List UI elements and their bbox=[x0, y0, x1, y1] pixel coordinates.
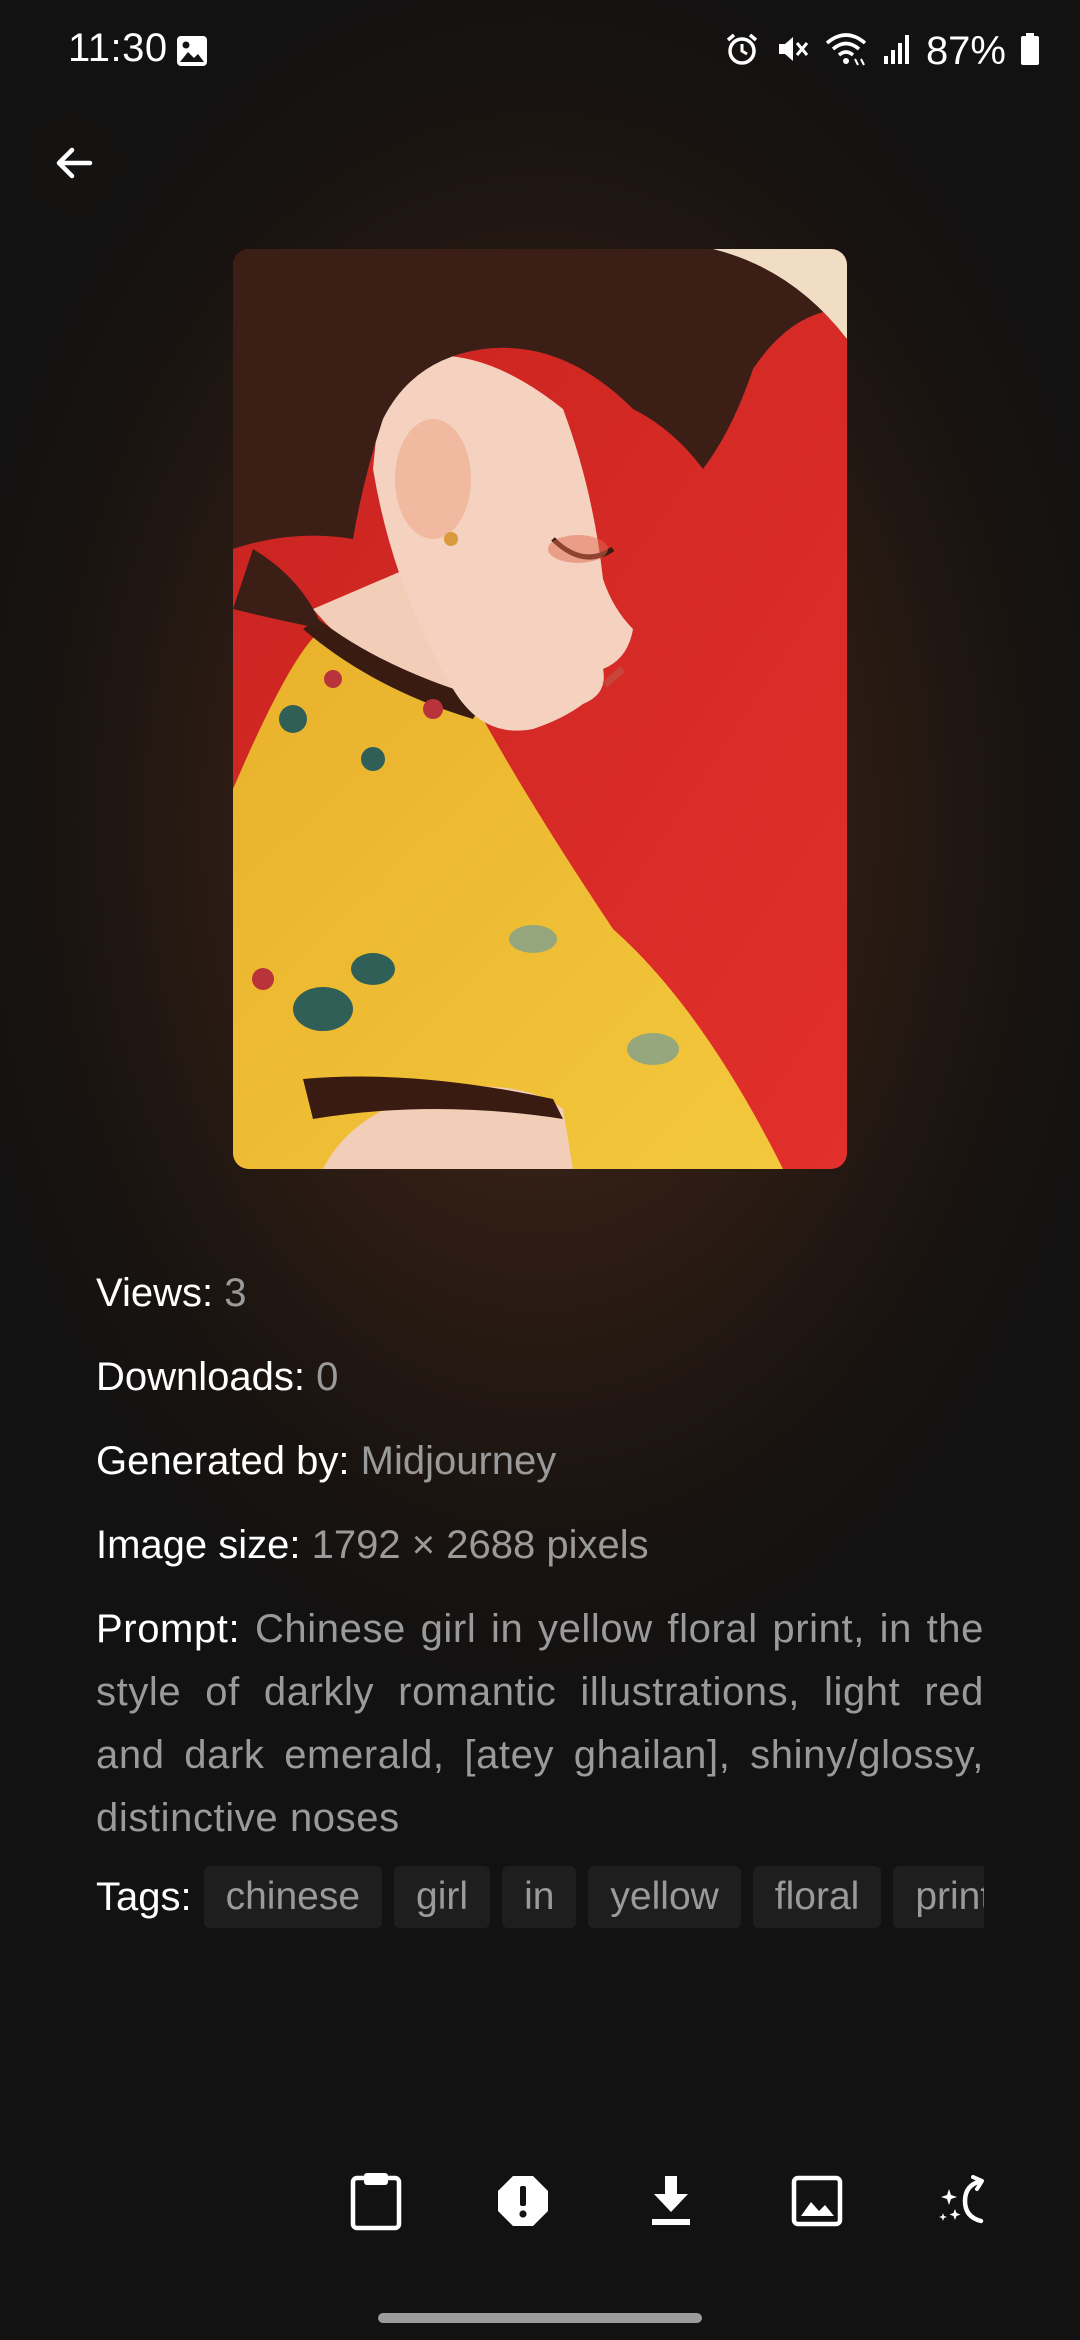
generated-by-row: Generated by: Midjourney bbox=[96, 1430, 984, 1493]
image-size-row: Image size: 1792 × 2688 pixels bbox=[96, 1514, 984, 1577]
tag-chip[interactable]: chinese bbox=[203, 1866, 383, 1928]
set-wallpaper-button[interactable] bbox=[772, 2158, 862, 2248]
report-button[interactable] bbox=[478, 2158, 568, 2248]
downloads-value: 0 bbox=[316, 1355, 339, 1399]
tags-label: Tags: bbox=[96, 1874, 192, 1919]
remix-button[interactable] bbox=[918, 2158, 1008, 2248]
tag-chip[interactable]: print bbox=[893, 1866, 984, 1928]
prompt-row[interactable]: Prompt: Chinese girl in yellow floral pr… bbox=[96, 1598, 984, 1850]
clipboard-icon bbox=[348, 2171, 404, 2236]
battery-icon bbox=[1020, 32, 1040, 71]
report-icon bbox=[495, 2173, 551, 2234]
downloads-row: Downloads: 0 bbox=[96, 1346, 984, 1409]
tag-chip[interactable]: girl bbox=[394, 1866, 491, 1928]
download-button[interactable] bbox=[626, 2158, 716, 2248]
prompt-label: Prompt: bbox=[96, 1607, 241, 1651]
gallery-icon bbox=[175, 34, 209, 73]
wifi-icon bbox=[824, 31, 868, 72]
mute-icon bbox=[774, 31, 810, 72]
generated-image[interactable] bbox=[233, 249, 847, 1169]
image-size-value: 1792 × 2688 pixels bbox=[311, 1523, 649, 1567]
views-row: Views: 3 bbox=[96, 1262, 984, 1325]
remix-icon bbox=[935, 2173, 991, 2234]
arrow-left-icon bbox=[52, 141, 96, 190]
views-label: Views: bbox=[96, 1271, 214, 1315]
tags-row: Tags: chinese girl in yellow floral prin… bbox=[96, 1865, 984, 1929]
download-icon bbox=[646, 2174, 696, 2233]
signal-icon bbox=[882, 32, 912, 71]
views-value: 3 bbox=[224, 1271, 247, 1315]
tag-chip[interactable]: in bbox=[502, 1866, 577, 1928]
set-wallpaper-icon bbox=[790, 2174, 844, 2233]
generated-by-value: Midjourney bbox=[360, 1439, 557, 1483]
copy-prompt-button[interactable] bbox=[331, 2158, 421, 2248]
screen: 11:30 87% Views: 3 Downloads: 0 Generate… bbox=[0, 0, 1080, 2340]
alarm-icon bbox=[724, 31, 760, 72]
battery-percent: 87% bbox=[925, 28, 1006, 73]
status-bar: 11:30 87% bbox=[0, 0, 1080, 100]
back-button[interactable] bbox=[22, 113, 126, 217]
tag-chip[interactable]: floral bbox=[752, 1866, 882, 1928]
image-size-label: Image size: bbox=[96, 1523, 301, 1567]
image-details: Views: 3 Downloads: 0 Generated by: Midj… bbox=[96, 1262, 984, 1929]
status-time: 11:30 bbox=[68, 26, 168, 70]
downloads-label: Downloads: bbox=[96, 1355, 306, 1399]
action-bar bbox=[0, 2158, 1080, 2248]
tag-chip[interactable]: yellow bbox=[588, 1866, 741, 1928]
generated-by-label: Generated by: bbox=[96, 1439, 350, 1483]
home-indicator[interactable] bbox=[378, 2313, 702, 2323]
status-icons: 87% bbox=[724, 26, 1040, 76]
